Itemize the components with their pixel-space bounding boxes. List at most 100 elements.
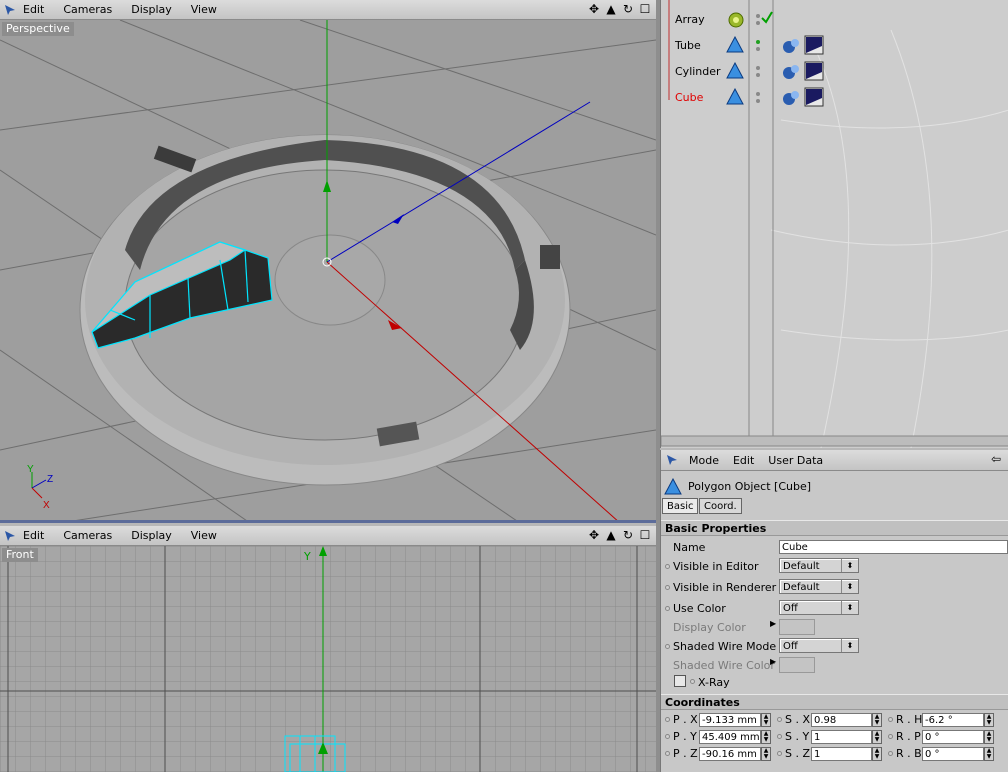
uvw-tag-icon[interactable] [803,34,825,56]
attribute-menu-icon[interactable] [665,453,679,467]
anim-dot[interactable] [888,751,893,756]
shaded-wire-mode-select[interactable]: Off ⬍ [779,638,859,653]
py-spinner-icon[interactable]: ▲ ▼ [761,730,771,744]
object-name[interactable]: Cylinder [675,65,721,78]
zoom-view-icon[interactable]: ▲ [604,2,618,16]
object-row-cylinder[interactable]: Cylinder [661,59,1008,85]
sz-spinner-icon[interactable]: ▲ ▼ [872,747,882,761]
xray-checkbox[interactable] [674,675,686,687]
menu-edit[interactable]: Edit [23,529,44,542]
coordinates-header: Coordinates [661,694,1008,710]
menu-cameras[interactable]: Cameras [63,529,112,542]
front-scene [0,546,656,772]
anim-dot[interactable] [777,751,782,756]
check-icon[interactable] [761,11,773,25]
menu-edit[interactable]: Edit [23,3,44,16]
rotate-view-icon[interactable]: ↻ [621,528,635,542]
anim-dot[interactable] [777,717,782,722]
py-field[interactable]: 45.409 mm [699,730,761,744]
viewport-menu-icon[interactable] [3,3,17,17]
sx-spinner-icon[interactable]: ▲ ▼ [872,713,882,727]
anim-dot[interactable] [777,734,782,739]
anim-dot[interactable] [665,606,670,611]
enable-dots-icon[interactable] [754,37,762,55]
use-color-select[interactable]: Off ⬍ [779,600,859,615]
object-title: Polygon Object [Cube] [688,480,812,493]
pz-spinner-icon[interactable]: ▲ ▼ [761,747,771,761]
menu-display[interactable]: Display [131,3,172,16]
updown-icon: ⬍ [841,559,858,572]
rb-field[interactable]: 0 ° [922,747,984,761]
expand-triangle-icon[interactable]: ▶ [770,619,776,628]
enable-dots-icon[interactable] [754,89,762,107]
menu-display[interactable]: Display [131,529,172,542]
visible-renderer-select[interactable]: Default ⬍ [779,579,859,594]
menu-cameras[interactable]: Cameras [63,3,112,16]
anim-dot[interactable] [665,564,670,569]
basic-properties-header: Basic Properties [661,520,1008,536]
object-name[interactable]: Array [675,13,705,26]
rp-field[interactable]: 0 ° [922,730,984,744]
object-row-cube[interactable]: Cube [661,85,1008,111]
rp-spinner-icon[interactable]: ▲ ▼ [984,730,994,744]
shaded-wire-color-swatch[interactable] [779,657,815,673]
tab-coord[interactable]: Coord. [699,498,742,514]
anim-dot[interactable] [665,585,670,590]
move-view-icon[interactable]: ✥ [587,2,601,16]
front-viewport[interactable]: Front Y [0,546,656,772]
maximize-view-icon[interactable]: ☐ [638,528,652,542]
sy-field[interactable]: 1 [811,730,872,744]
anim-dot[interactable] [888,717,893,722]
phong-tag-icon[interactable] [781,35,801,55]
uvw-tag-icon[interactable] [803,60,825,82]
menu-mode[interactable]: Mode [689,454,719,467]
rh-field[interactable]: -6.2 ° [922,713,984,727]
enable-dots-icon[interactable] [754,63,762,81]
rb-spinner-icon[interactable]: ▲ ▼ [984,747,994,761]
name-field[interactable]: Cube [779,540,1008,554]
anim-dot[interactable] [888,734,893,739]
object-name[interactable]: Cube [675,91,703,104]
pz-field[interactable]: -90.16 mm [699,747,761,761]
sx-label: S . X [785,713,811,726]
menu-view[interactable]: View [191,529,217,542]
maximize-view-icon[interactable]: ☐ [638,2,652,16]
display-color-swatch[interactable] [779,619,815,635]
object-row-tube[interactable]: Tube [661,33,1008,59]
sx-field[interactable]: 0.98 [811,713,872,727]
object-row-array[interactable]: Array [661,7,1008,33]
perspective-viewport[interactable]: Y Z X Perspective [0,20,656,523]
anim-dot[interactable] [665,734,670,739]
polygon-object-icon [664,478,682,495]
move-view-icon[interactable]: ✥ [587,528,601,542]
visible-editor-select[interactable]: Default ⬍ [779,558,859,573]
menu-user-data[interactable]: User Data [768,454,823,467]
px-spinner-icon[interactable]: ▲ ▼ [761,713,771,727]
py-label: P . Y [673,730,697,743]
anim-dot[interactable] [665,751,670,756]
rotate-view-icon[interactable]: ↻ [621,2,635,16]
menu-edit[interactable]: Edit [733,454,754,467]
back-arrow-icon[interactable]: ⇦ [991,452,1001,466]
phong-tag-icon[interactable] [781,61,801,81]
rh-spinner-icon[interactable]: ▲ ▼ [984,713,994,727]
expand-triangle-icon[interactable]: ▶ [770,657,776,666]
viewport-menu-icon[interactable] [3,529,17,543]
object-name[interactable]: Tube [675,39,701,52]
menu-view[interactable]: View [191,3,217,16]
use-color-label: Use Color [673,602,726,615]
updown-icon: ⬍ [841,639,858,652]
zoom-view-icon[interactable]: ▲ [604,528,618,542]
anim-dot[interactable] [665,644,670,649]
gizmo-y-label: Y [27,464,34,475]
px-field[interactable]: -9.133 mm [699,713,761,727]
sy-spinner-icon[interactable]: ▲ ▼ [872,730,882,744]
uvw-tag-icon[interactable] [803,86,825,108]
array-icon [728,12,744,28]
anim-dot[interactable] [690,679,695,684]
tab-basic[interactable]: Basic [662,498,699,514]
anim-dot[interactable] [665,717,670,722]
phong-tag-icon[interactable] [781,87,801,107]
updown-icon: ⬍ [841,601,858,614]
sz-field[interactable]: 1 [811,747,872,761]
